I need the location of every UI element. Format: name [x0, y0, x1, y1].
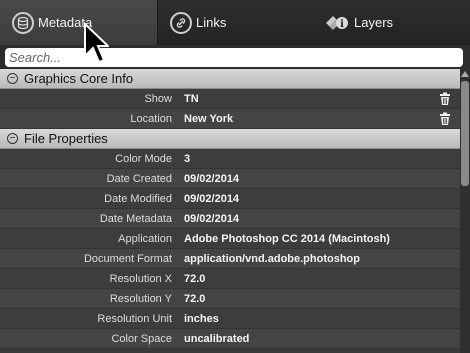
database-icon	[12, 11, 34, 34]
section-file-properties[interactable]: − File Properties	[0, 129, 460, 149]
field-value[interactable]: 09/02/2014	[180, 193, 460, 205]
tab-layers[interactable]: i Layers	[314, 0, 470, 45]
layers-icon: i	[324, 12, 350, 34]
field-label: Document Format	[83, 252, 172, 265]
field-value[interactable]: New York	[180, 113, 438, 125]
field-label: Resolution Unit	[97, 312, 172, 325]
field-value[interactable]: 72.0	[180, 293, 460, 305]
field-value[interactable]: 09/02/2014	[180, 213, 460, 225]
search-box[interactable]	[5, 48, 463, 67]
field-value[interactable]: uncalibrated	[180, 333, 460, 345]
field-value[interactable]: 72.0	[180, 273, 460, 285]
vertical-scrollbar[interactable]	[460, 69, 470, 353]
tab-layers-label: Layers	[354, 15, 394, 30]
scroll-up-arrow-icon[interactable]	[461, 71, 469, 77]
field-value[interactable]: Adobe Photoshop CC 2014 (Macintosh)	[180, 233, 460, 245]
field-label: Date Created	[106, 172, 172, 185]
field-label: Location	[130, 112, 172, 125]
section-graphics-core-info[interactable]: − Graphics Core Info	[0, 69, 460, 89]
graphics-core-rows: Show TN Location New York	[0, 89, 460, 129]
link-icon	[170, 11, 192, 34]
table-row: Color Mode 3	[0, 149, 460, 169]
field-value[interactable]: 3	[180, 153, 460, 165]
table-row: Resolution Unit inches	[0, 309, 460, 329]
tab-links[interactable]: Links	[158, 0, 314, 45]
section-title: File Properties	[24, 131, 108, 146]
field-value[interactable]: application/vnd.adobe.photoshop	[180, 253, 460, 265]
trash-icon[interactable]	[438, 112, 452, 126]
trash-icon[interactable]	[438, 92, 452, 106]
scroll-thumb[interactable]	[461, 81, 469, 186]
table-row: Date Modified 09/02/2014	[0, 189, 460, 209]
field-label: Resolution X	[109, 272, 172, 285]
search-input[interactable]	[9, 50, 429, 65]
field-label: Date Metadata	[99, 212, 172, 225]
section-title: Graphics Core Info	[24, 71, 134, 86]
table-row: Application Adobe Photoshop CC 2014 (Maci…	[0, 229, 460, 249]
collapse-icon[interactable]: −	[7, 133, 18, 144]
tab-bar: Metadata Links i Layers	[0, 0, 470, 45]
table-row: Date Created 09/02/2014	[0, 169, 460, 189]
tab-links-label: Links	[196, 15, 227, 30]
table-row: Resolution X 72.0	[0, 269, 460, 289]
field-label: Show	[144, 92, 172, 105]
field-value[interactable]: inches	[180, 313, 460, 325]
metadata-list: − Graphics Core Info Show TN Location Ne…	[0, 69, 460, 353]
field-value[interactable]: 09/02/2014	[180, 173, 460, 185]
field-label: Date Modified	[104, 192, 172, 205]
table-row: Resolution Y 72.0	[0, 289, 460, 309]
collapse-icon[interactable]: −	[7, 73, 18, 84]
field-label: Color Mode	[115, 152, 172, 165]
mouse-cursor-icon	[84, 22, 109, 64]
field-value[interactable]: TN	[180, 93, 438, 105]
table-row: Date Metadata 09/02/2014	[0, 209, 460, 229]
field-label: Resolution Y	[109, 292, 172, 305]
table-row: Color Space uncalibrated	[0, 329, 460, 349]
field-label: Application	[118, 232, 172, 245]
search-bar	[0, 45, 470, 69]
field-label: Color Space	[111, 332, 172, 345]
table-row: Show TN	[0, 89, 460, 109]
table-row: Document Format application/vnd.adobe.pho…	[0, 249, 460, 269]
file-properties-rows: Color Mode 3 Date Created 09/02/2014 Date …	[0, 149, 460, 349]
table-row: Location New York	[0, 109, 460, 129]
svg-text:i: i	[340, 19, 344, 30]
tab-metadata[interactable]: Metadata	[0, 0, 158, 45]
